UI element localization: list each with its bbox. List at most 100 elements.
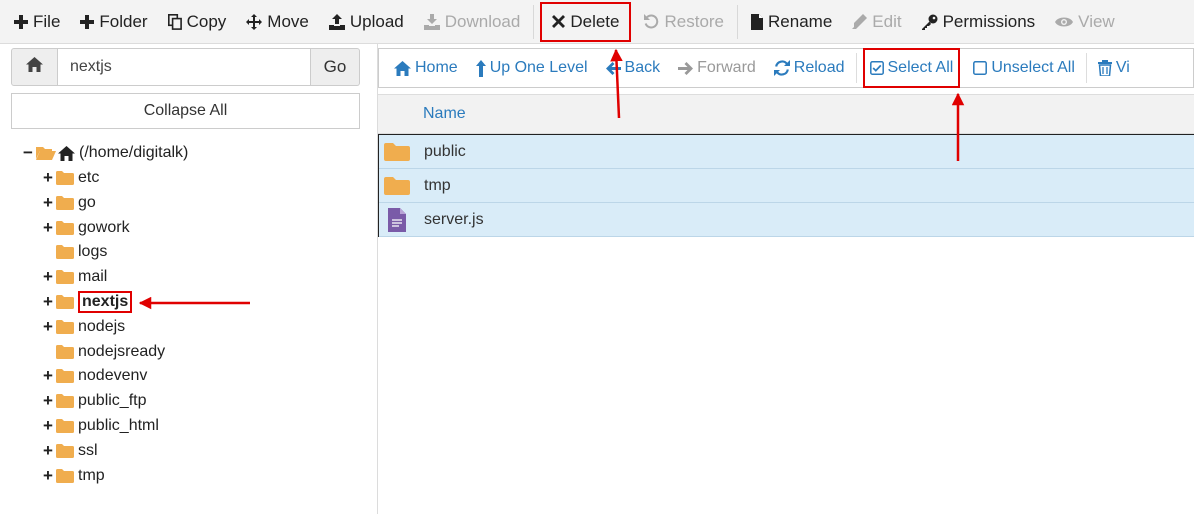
folder-icon	[56, 171, 74, 185]
tree-item-etc[interactable]: + etc	[42, 167, 99, 189]
checkbox-empty-icon	[973, 61, 988, 75]
file-name: public	[424, 142, 466, 160]
expand-toggle[interactable]: +	[42, 416, 54, 436]
file-row[interactable]: tmp	[379, 169, 1194, 203]
expand-toggle[interactable]: +	[42, 292, 54, 312]
sidebar: Go Collapse All − (/home/digitalk) +etc+…	[0, 44, 378, 514]
expand-toggle[interactable]: +	[42, 168, 54, 188]
back-button[interactable]: Back	[597, 50, 670, 86]
collapse-all-button[interactable]: Collapse All	[11, 93, 360, 129]
select-all-button[interactable]: Select All	[862, 48, 961, 88]
folder-icon	[56, 344, 74, 359]
path-bar: Go	[11, 48, 360, 86]
file-list-header: Name	[378, 94, 1194, 134]
file-row[interactable]: public	[379, 135, 1194, 169]
tree-item-mail[interactable]: + mail	[42, 266, 107, 288]
tree-item-logs[interactable]: logs	[42, 241, 107, 263]
trash-icon	[1097, 60, 1112, 76]
plus-icon	[80, 14, 95, 29]
tree-item-nodejs[interactable]: + nodejs	[42, 316, 125, 338]
tree-item-nextjs[interactable]: + nextjs	[42, 291, 133, 313]
go-button[interactable]: Go	[311, 48, 360, 86]
arrow-left-icon	[605, 61, 621, 75]
tree-item-label: public_html	[78, 417, 159, 434]
reload-label: Reload	[793, 59, 845, 76]
folder-icon	[56, 319, 74, 334]
forward-button[interactable]: Forward	[669, 50, 765, 86]
toolbar-divider	[737, 4, 739, 39]
expand-toggle[interactable]: +	[42, 391, 54, 411]
folder-icon	[56, 295, 74, 309]
eye-icon	[1055, 16, 1074, 28]
folder-icon	[56, 369, 74, 384]
rename-button[interactable]: Rename	[741, 0, 842, 44]
tree-item-go[interactable]: + go	[42, 192, 96, 214]
expand-toggle[interactable]: +	[42, 441, 54, 461]
tree-item-nodejsready[interactable]: nodejsready	[42, 341, 165, 363]
expand-toggle[interactable]: +	[42, 267, 54, 287]
home-button[interactable]: Home	[385, 50, 467, 86]
forward-label: Forward	[697, 59, 756, 76]
folder-open-icon	[36, 146, 56, 160]
name-column-header[interactable]: Name	[423, 105, 466, 123]
reload-button[interactable]: Reload	[765, 50, 854, 86]
upload-label: Upload	[349, 11, 404, 31]
tree-item-label: tmp	[78, 466, 105, 484]
move-arrows-icon	[246, 13, 263, 30]
tree-item-ssl[interactable]: + ssl	[42, 440, 98, 462]
tree-item-label: ssl	[78, 441, 98, 459]
tree-item-label: mail	[78, 268, 108, 286]
edit-button[interactable]: Edit	[842, 0, 911, 44]
file-row[interactable]: server.js	[379, 203, 1194, 237]
new-file-label: File	[33, 11, 61, 31]
view-trash-label: Vi	[1115, 59, 1130, 76]
download-icon	[423, 13, 440, 30]
edit-label: Edit	[872, 11, 902, 31]
tree-item-label: go	[78, 193, 96, 211]
tree-item-gowork[interactable]: + gowork	[42, 217, 130, 239]
home-icon	[58, 145, 75, 161]
permissions-button[interactable]: Permissions	[912, 0, 1046, 44]
refresh-icon	[773, 60, 790, 76]
upload-button[interactable]: Upload	[319, 0, 414, 44]
unselect-all-button[interactable]: Unselect All	[964, 50, 1084, 86]
expand-toggle[interactable]: +	[42, 366, 54, 386]
tree-item-root[interactable]: − (/home/digitalk)	[22, 142, 188, 164]
home-icon	[26, 57, 43, 77]
tree-item-nodevenv[interactable]: + nodevenv	[42, 365, 147, 387]
new-file-button[interactable]: File	[4, 0, 70, 44]
nav-divider	[1085, 53, 1087, 83]
up-one-level-label: Up One Level	[489, 59, 588, 76]
collapse-toggle[interactable]: −	[22, 143, 34, 163]
tree-item-label: logs	[78, 243, 108, 261]
tree-item-public-ftp[interactable]: + public_ftp	[42, 390, 146, 412]
move-button[interactable]: Move	[236, 0, 319, 44]
download-button[interactable]: Download	[414, 0, 531, 44]
home-icon	[394, 60, 411, 76]
expand-toggle[interactable]: +	[42, 193, 54, 213]
delete-button[interactable]: Delete	[540, 1, 632, 42]
folder-icon	[56, 245, 74, 260]
folder-icon	[56, 220, 74, 235]
plus-icon	[14, 14, 28, 29]
expand-toggle[interactable]: +	[42, 218, 54, 238]
copy-button[interactable]: Copy	[158, 0, 237, 44]
home-directory-button[interactable]	[11, 48, 58, 86]
file-name: tmp	[424, 176, 451, 194]
tree-item-tmp[interactable]: + tmp	[42, 465, 105, 487]
path-input[interactable]	[58, 48, 311, 86]
view-button[interactable]: View	[1045, 0, 1125, 44]
expand-toggle[interactable]: +	[42, 466, 54, 486]
restore-button[interactable]: Restore	[634, 0, 734, 44]
up-one-level-button[interactable]: Up One Level	[467, 50, 597, 86]
tree-item-label: gowork	[78, 218, 130, 236]
expand-toggle[interactable]: +	[42, 317, 54, 337]
arrow-right-icon	[678, 61, 694, 75]
new-folder-button[interactable]: Folder	[70, 0, 157, 44]
tree-item-public-html[interactable]: + public_html	[42, 415, 159, 437]
upload-icon	[328, 13, 345, 30]
file-name: server.js	[424, 210, 484, 228]
download-label: Download	[444, 11, 521, 31]
view-trash-button[interactable]: Vi	[1089, 50, 1139, 86]
home-label: Home	[415, 59, 458, 76]
